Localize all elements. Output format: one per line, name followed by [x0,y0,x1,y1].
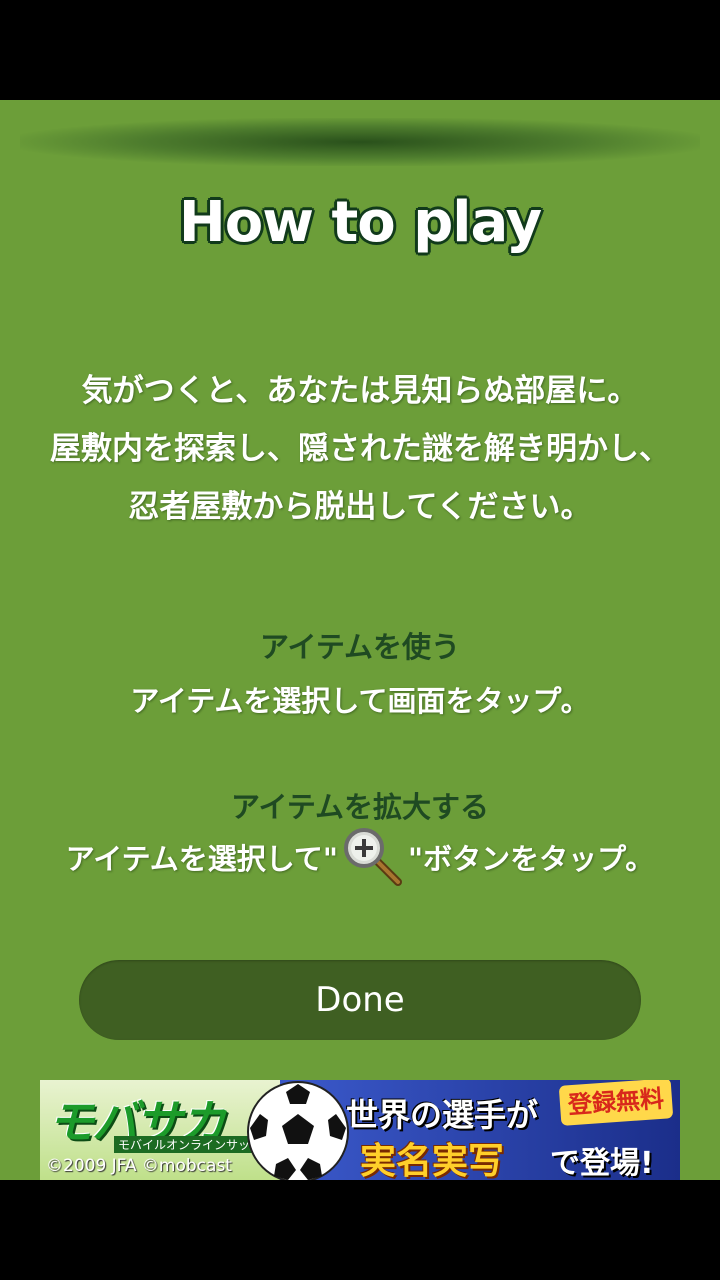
screen: How to play 気がつくと、あなたは見知らぬ部屋に。 屋敷内を探索し、隠… [0,0,720,1280]
use-item-heading: アイテムを使う [259,630,461,664]
use-item-text: アイテムを選択して画面をタップ。 [130,684,590,718]
ad-banner[interactable]: モバサカ モバイルオンラインサッカー ©2009 JFA ©mobcast 世界… [40,1080,680,1180]
ad-tail: で登場! [550,1146,654,1180]
title-band [20,118,700,166]
magnifier-plus-icon [342,826,404,888]
intro-line-3: 忍者屋敷から脱出してください。 [128,489,592,525]
intro-line-1: 気がつくと、あなたは見知らぬ部屋に。 [81,373,639,409]
page-title: How to play [178,190,542,255]
soccer-ball-icon [246,1080,350,1180]
zoom-item-text: アイテムを選択して" "ボタンをタップ。 [0,826,720,888]
ad-left-panel: モバサカ モバイルオンラインサッカー ©2009 JFA ©mobcast [40,1080,280,1180]
done-button[interactable]: Done [79,960,641,1040]
zoom-item-heading: アイテムを拡大する [230,790,490,824]
zoom-text-after: "ボタンをタップ。 [408,842,655,876]
ad-highlight: 実名実写 [360,1141,505,1180]
ad-copyright: ©2009 JFA ©mobcast [46,1156,232,1176]
intro-line-2: 屋敷内を探索し、隠された謎を解き明かし、 [50,431,670,467]
zoom-text-before: アイテムを選択して" [65,842,339,876]
ad-free-badge: 登録無料 [558,1080,674,1126]
ad-headline: 世界の選手が [346,1096,539,1134]
intro-text: 気がつくと、あなたは見知らぬ部屋に。 屋敷内を探索し、隠された謎を解き明かし、 … [0,362,720,536]
